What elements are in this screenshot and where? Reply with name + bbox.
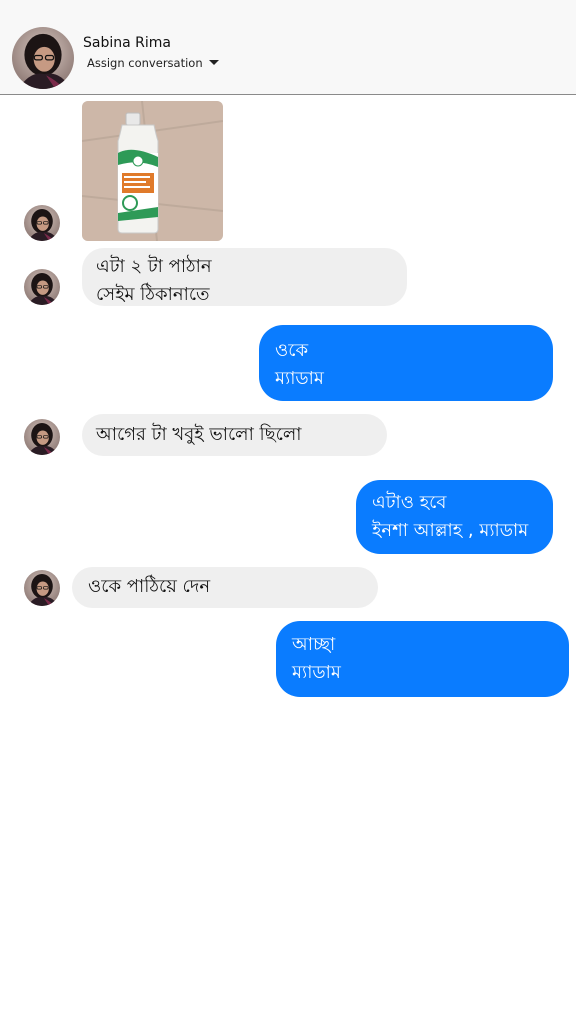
message-line: এটাও হবে <box>372 492 447 513</box>
conversation-header: Sabina Rima Assign conversation <box>0 0 576 95</box>
avatar-icon <box>24 570 60 606</box>
sender-avatar[interactable] <box>24 269 60 305</box>
assign-conversation-label: Assign conversation <box>87 56 203 70</box>
outgoing-message-bubble[interactable]: ওকে ম্যাডাম <box>259 325 553 401</box>
sender-avatar[interactable] <box>24 570 60 606</box>
image-message[interactable] <box>82 101 223 241</box>
contact-name[interactable]: Sabina Rima <box>83 35 171 51</box>
product-bottle-photo <box>82 101 223 241</box>
message-line: সেইম ঠিকানাতে <box>96 284 210 305</box>
avatar-icon <box>24 269 60 305</box>
outgoing-message-bubble[interactable]: এটাও হবে ইনশা আল্লাহ , ম্যাডাম <box>356 480 553 554</box>
outgoing-message-bubble[interactable]: আচ্ছা ম্যাডাম <box>276 621 569 697</box>
message-line: আচ্ছা <box>292 634 336 655</box>
message-line: ওকে <box>275 340 309 361</box>
contact-avatar[interactable] <box>12 27 74 89</box>
message-line: ইনশা আল্লাহ , ম্যাডাম <box>372 520 529 541</box>
incoming-message-bubble[interactable]: এটা ২ টা পাঠান সেইম ঠিকানাতে <box>82 248 407 306</box>
avatar-icon <box>12 27 74 89</box>
message-line: এটা ২ টা পাঠান <box>96 256 212 277</box>
caret-down-icon <box>208 60 219 65</box>
message-line: ম্যাডাম <box>292 662 341 683</box>
sender-avatar[interactable] <box>24 205 60 241</box>
avatar-icon <box>24 205 60 241</box>
message-line: আগের টা খবুই ভালো ছিলো <box>96 424 302 445</box>
sender-avatar[interactable] <box>24 419 60 455</box>
incoming-message-bubble[interactable]: ওকে পাঠিয়ে দেন <box>72 567 378 608</box>
message-line: ওকে পাঠিয়ে দেন <box>88 576 211 597</box>
avatar-icon <box>24 419 60 455</box>
assign-conversation-dropdown[interactable]: Assign conversation <box>87 56 219 70</box>
message-line: ম্যাডাম <box>275 368 324 389</box>
incoming-message-bubble[interactable]: আগের টা খবুই ভালো ছিলো <box>82 414 387 456</box>
